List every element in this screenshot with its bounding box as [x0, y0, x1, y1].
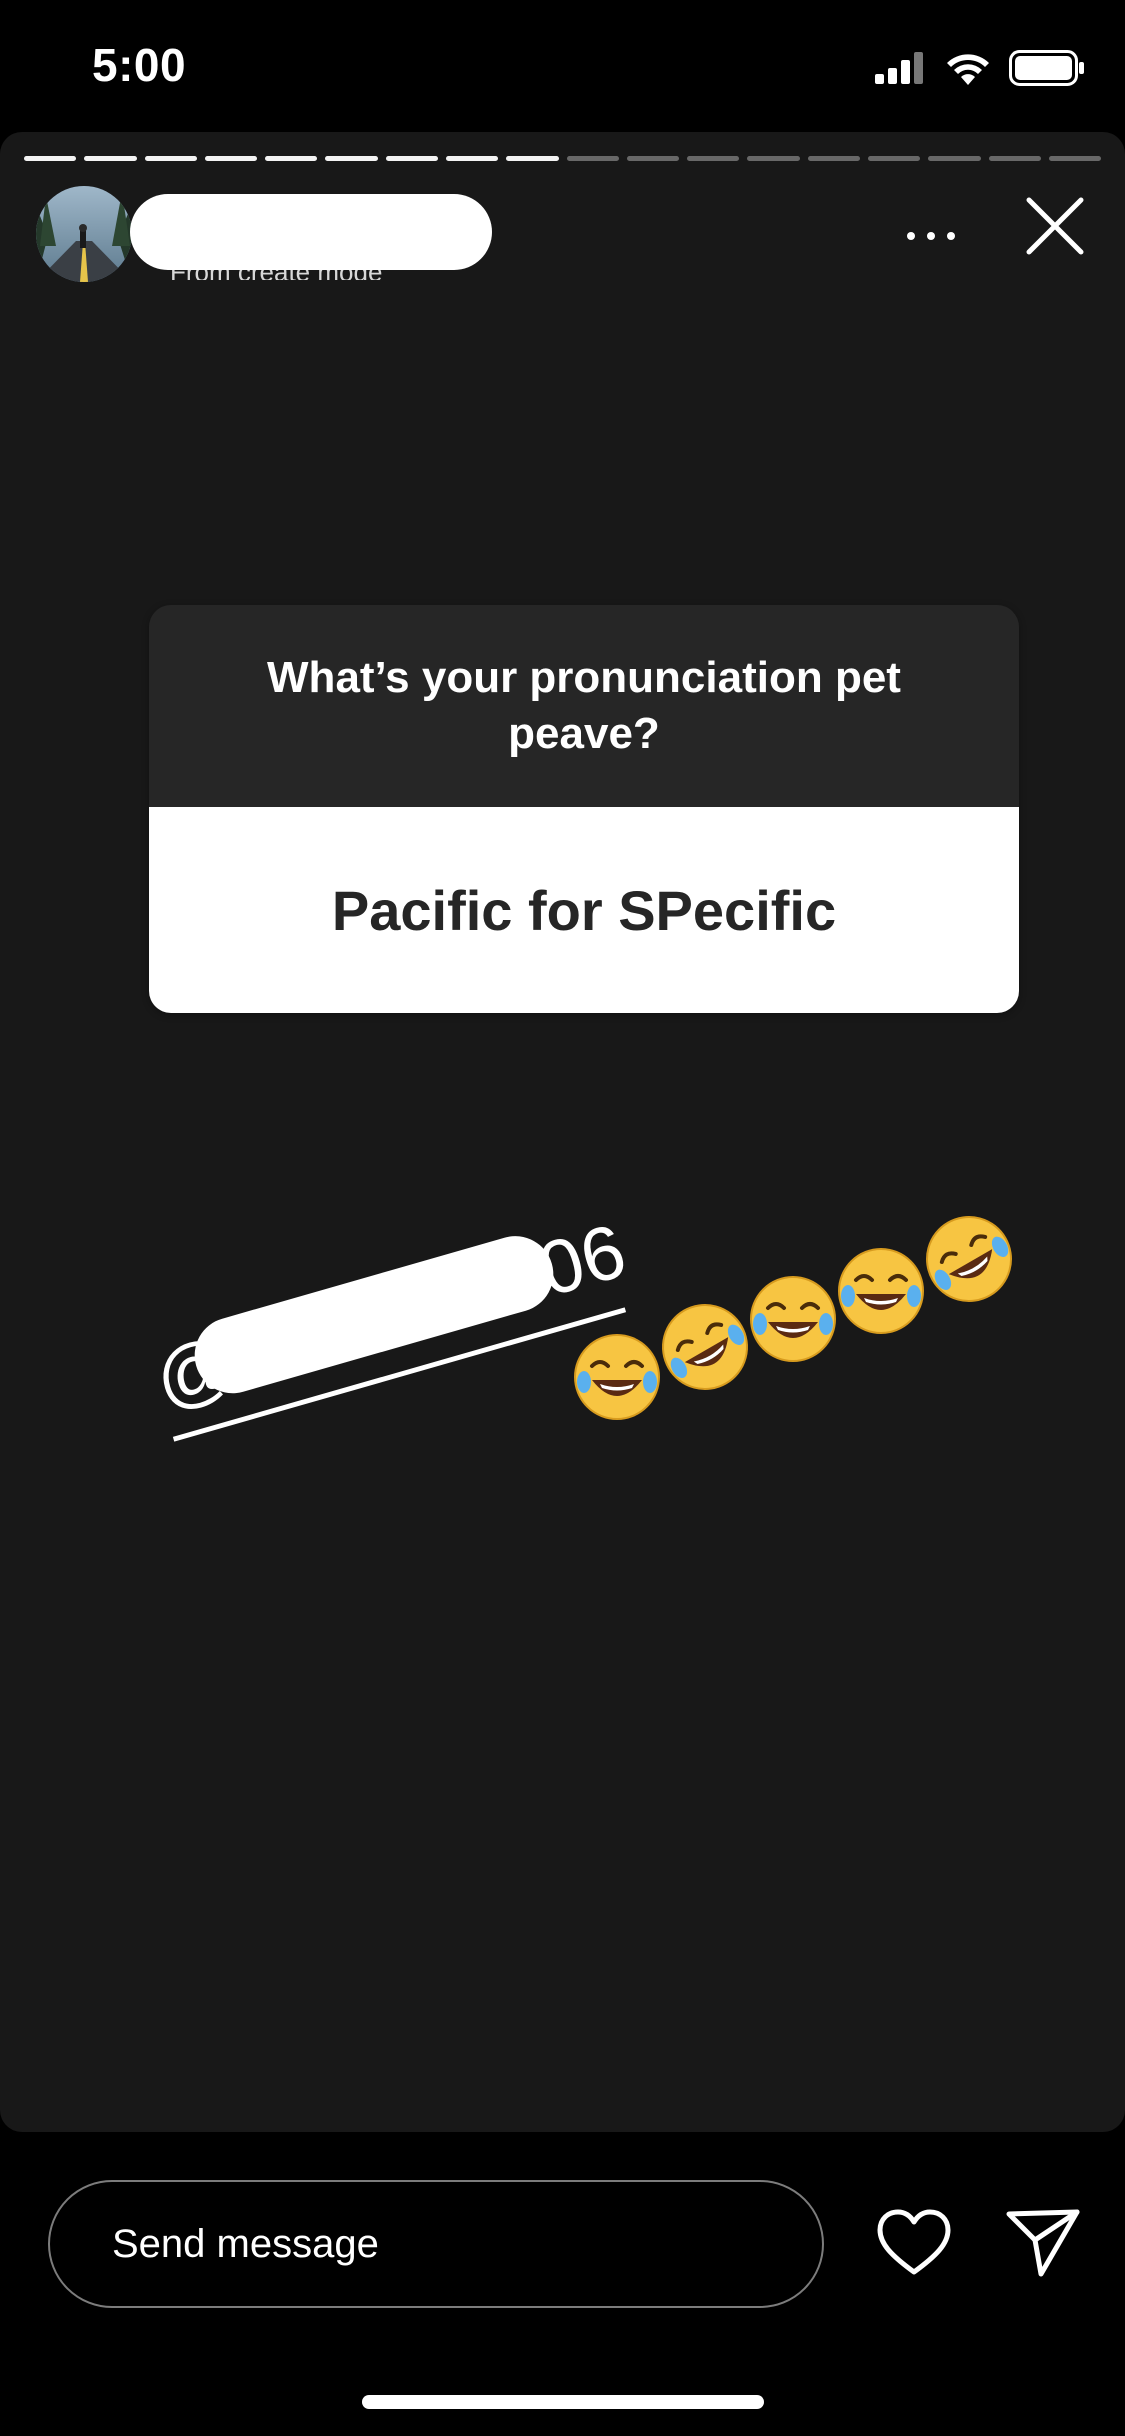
story-viewer[interactable]: From create mode What’s your pronunciati…	[0, 132, 1125, 2132]
close-icon	[1026, 197, 1084, 255]
progress-segment	[807, 156, 860, 161]
progress-segment	[204, 156, 258, 161]
progress-segment	[626, 156, 680, 161]
progress-segment	[988, 156, 1041, 161]
progress-segment	[325, 156, 378, 161]
send-message-input[interactable]: Send message	[48, 2180, 824, 2308]
progress-segment	[265, 156, 318, 161]
like-button[interactable]	[876, 2208, 952, 2278]
answer-text: Pacific for SPecific	[331, 878, 837, 942]
share-button[interactable]	[1005, 2206, 1081, 2278]
progress-segment	[747, 156, 800, 161]
status-icons	[875, 50, 1085, 86]
cellular-signal-icon	[875, 52, 923, 84]
more-options-button[interactable]	[899, 214, 963, 258]
face-with-tears-of-joy-emoji-icon	[570, 1330, 664, 1424]
question-text: What’s your pronunciation pet peave?	[267, 653, 901, 758]
progress-segment	[24, 156, 77, 161]
progress-segment	[445, 156, 499, 161]
emoji-group	[570, 1180, 1030, 1420]
username-redacted[interactable]	[130, 194, 492, 270]
story-header: From create mode	[36, 186, 1095, 286]
wifi-icon	[947, 54, 989, 85]
question-sticker-header: What’s your pronunciation pet peave?	[149, 605, 1019, 807]
progress-segment	[928, 156, 981, 161]
mention-sticker[interactable]: @ 06	[115, 1208, 635, 1485]
status-time: 5:00	[92, 39, 187, 91]
home-indicator[interactable]	[362, 2395, 764, 2409]
progress-segment	[1048, 156, 1102, 161]
rolling-on-the-floor-laughing-emoji-icon	[922, 1212, 1016, 1306]
question-sticker[interactable]: What’s your pronunciation pet peave? Pac…	[149, 605, 1019, 1013]
progress-segment	[385, 156, 438, 161]
face-with-tears-of-joy-emoji-icon	[834, 1244, 928, 1338]
progress-segment	[144, 156, 197, 161]
progress-segment	[84, 156, 137, 161]
progress-segment	[506, 156, 559, 161]
face-with-tears-of-joy-emoji-icon	[746, 1272, 840, 1366]
battery-icon	[1009, 50, 1084, 86]
more-options-icon	[907, 232, 955, 240]
close-button[interactable]	[1015, 186, 1095, 266]
question-sticker-answer-area: Pacific for SPecific	[149, 807, 1019, 1013]
rolling-on-the-floor-laughing-emoji-icon	[658, 1300, 752, 1394]
status-bar: 5:00	[0, 0, 1125, 132]
avatar[interactable]	[36, 186, 132, 282]
send-message-placeholder: Send message	[112, 2222, 379, 2266]
progress-segment	[687, 156, 740, 161]
progress-segment	[867, 156, 921, 161]
story-progress-bar	[24, 156, 1102, 161]
progress-segment	[566, 156, 619, 161]
heart-icon	[877, 2209, 951, 2275]
mention-username-redacted	[185, 1227, 563, 1403]
paper-plane-icon	[1006, 2209, 1080, 2277]
